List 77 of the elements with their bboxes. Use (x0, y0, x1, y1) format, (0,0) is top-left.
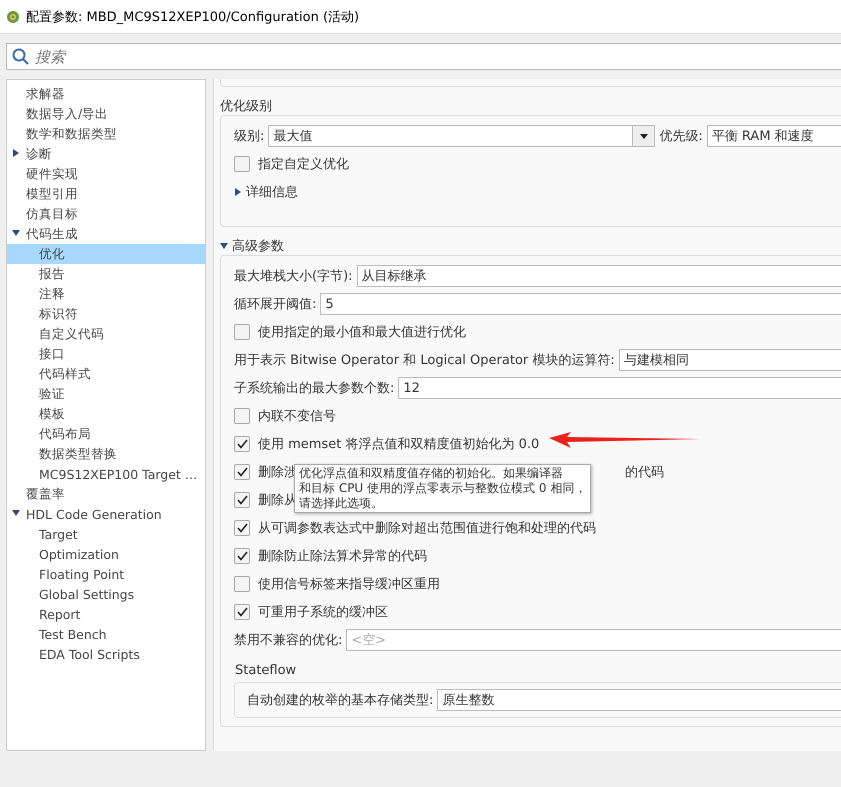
tree-item[interactable]: 代码样式 (7, 364, 205, 384)
tree-item[interactable]: 求解器 (7, 84, 205, 104)
subsection-heading: Stateflow (235, 663, 296, 678)
tree-item[interactable]: 数据导入/导出 (7, 104, 205, 124)
checkbox-label: 使用指定的最小值和最大值进行优化 (258, 324, 466, 341)
checkbox[interactable] (234, 576, 250, 592)
expanded-arrow-icon (12, 508, 20, 516)
checkbox-label: 使用信号标签来指导缓冲区重用 (258, 576, 440, 593)
checkbox[interactable] (234, 492, 250, 508)
search-field[interactable]: 搜索 (6, 43, 841, 70)
tree-item[interactable]: 接口 (7, 344, 205, 364)
caret-icon (640, 134, 648, 138)
tree-item[interactable]: 自定义代码 (7, 324, 205, 344)
checkbox[interactable] (234, 436, 250, 452)
checkbox-label: 从可调参数表达式中删除对超出范围值进行饱和处理的代码 (258, 520, 596, 537)
window-title: 配置参数: MBD_MC9S12XEP100/Configuration (活动) (26, 8, 360, 26)
tree-item[interactable]: Report (7, 604, 205, 624)
input-field[interactable]: 与建模相同 (618, 349, 841, 371)
section-heading: 优化级别 (220, 98, 272, 115)
tree-item[interactable]: 模型引用 (7, 184, 205, 204)
tree-item[interactable]: 标识符 (7, 304, 205, 324)
tree-item[interactable]: 覆盖率 (7, 484, 205, 504)
tree-item[interactable]: Optimization (7, 544, 205, 564)
level-dropdown[interactable]: 最大值 (268, 125, 656, 147)
field-label: 禁用不兼容的优化: (234, 632, 342, 649)
tree-item[interactable]: 注释 (7, 284, 205, 304)
checkbox-label: 使用 memset 将浮点值和双精度值初始化为 0.0 (258, 436, 540, 453)
tree-item[interactable]: Floating Point (7, 564, 205, 584)
tree-item[interactable]: 仿真目标 (7, 204, 205, 224)
input-field[interactable]: 12 (398, 377, 841, 399)
collapsed-arrow-icon (234, 188, 242, 196)
input-field[interactable]: 从目标继承 (356, 265, 841, 287)
tree-item[interactable]: 代码布局 (7, 424, 205, 444)
input-field[interactable]: 原生整数 (437, 689, 841, 711)
tree-item[interactable]: Target (7, 524, 205, 544)
checkbox[interactable] (234, 464, 250, 480)
checkbox[interactable] (234, 520, 250, 536)
tree-item[interactable]: 模板 (7, 404, 205, 424)
checkbox[interactable] (234, 604, 250, 620)
expanded-arrow-icon (12, 228, 20, 236)
checkbox-label: 删除防止除法算术异常的代码 (258, 548, 427, 565)
field-label: 子系统输出的最大参数个数: (234, 380, 394, 397)
field-label: 级别: (234, 128, 264, 145)
tree-item[interactable]: 数学和数据类型 (7, 124, 205, 144)
field-label: 优先级: (659, 128, 703, 145)
tree-item[interactable]: 硬件实现 (7, 164, 205, 184)
checkbox-label: 内联不变信号 (258, 408, 336, 425)
field-label: 自动创建的枚举的基本存储类型: (247, 692, 434, 709)
checkbox-label: 可重用子系统的缓冲区 (258, 604, 388, 621)
checkbox[interactable] (234, 408, 250, 424)
field-label: 用于表示 Bitwise Operator 和 Logical Operator 模块的运算符: (234, 352, 615, 369)
tree-item[interactable]: 优化 (7, 244, 205, 264)
checkbox[interactable] (234, 156, 250, 172)
tooltip: 优化浮点值和双精度值存储的初始化。如果编译器 和目标 CPU 使用的浮点零表示与整数位模式 0 相同， 请选择此选项。 (294, 464, 592, 513)
checkbox-label: 的代码 (625, 464, 664, 481)
collapsed-arrow-icon (12, 148, 20, 156)
tree-item[interactable]: 报告 (7, 264, 205, 284)
details-expander[interactable]: 详细信息 (234, 183, 298, 201)
expanded-arrow-icon (220, 242, 228, 250)
tree-item[interactable]: MC9S12XEP100 Target … (7, 464, 205, 484)
checkbox[interactable] (234, 548, 250, 564)
priority-field[interactable]: 平衡 RAM 和速度 (706, 125, 841, 147)
section-expander[interactable]: 高级参数 (220, 237, 284, 255)
checkbox[interactable] (234, 324, 250, 340)
input-field[interactable]: <空> (346, 629, 841, 651)
tree-item[interactable]: HDL Code Generation (7, 504, 205, 524)
tree-item[interactable]: Global Settings (7, 584, 205, 604)
field-label: 循环展开阈值: (234, 296, 316, 313)
checkbox-label: 指定自定义优化 (258, 156, 349, 173)
tree-item[interactable]: 数据类型替换 (7, 444, 205, 464)
tree-item[interactable]: Test Bench (7, 624, 205, 644)
tree-item[interactable]: EDA Tool Scripts (7, 644, 205, 664)
input-field[interactable]: 5 (320, 293, 841, 315)
tree-item[interactable]: 诊断 (7, 144, 205, 164)
field-label: 最大堆栈大小(字节): (234, 268, 353, 285)
tree-item[interactable]: 代码生成 (7, 224, 205, 244)
tree-item[interactable]: 验证 (7, 384, 205, 404)
